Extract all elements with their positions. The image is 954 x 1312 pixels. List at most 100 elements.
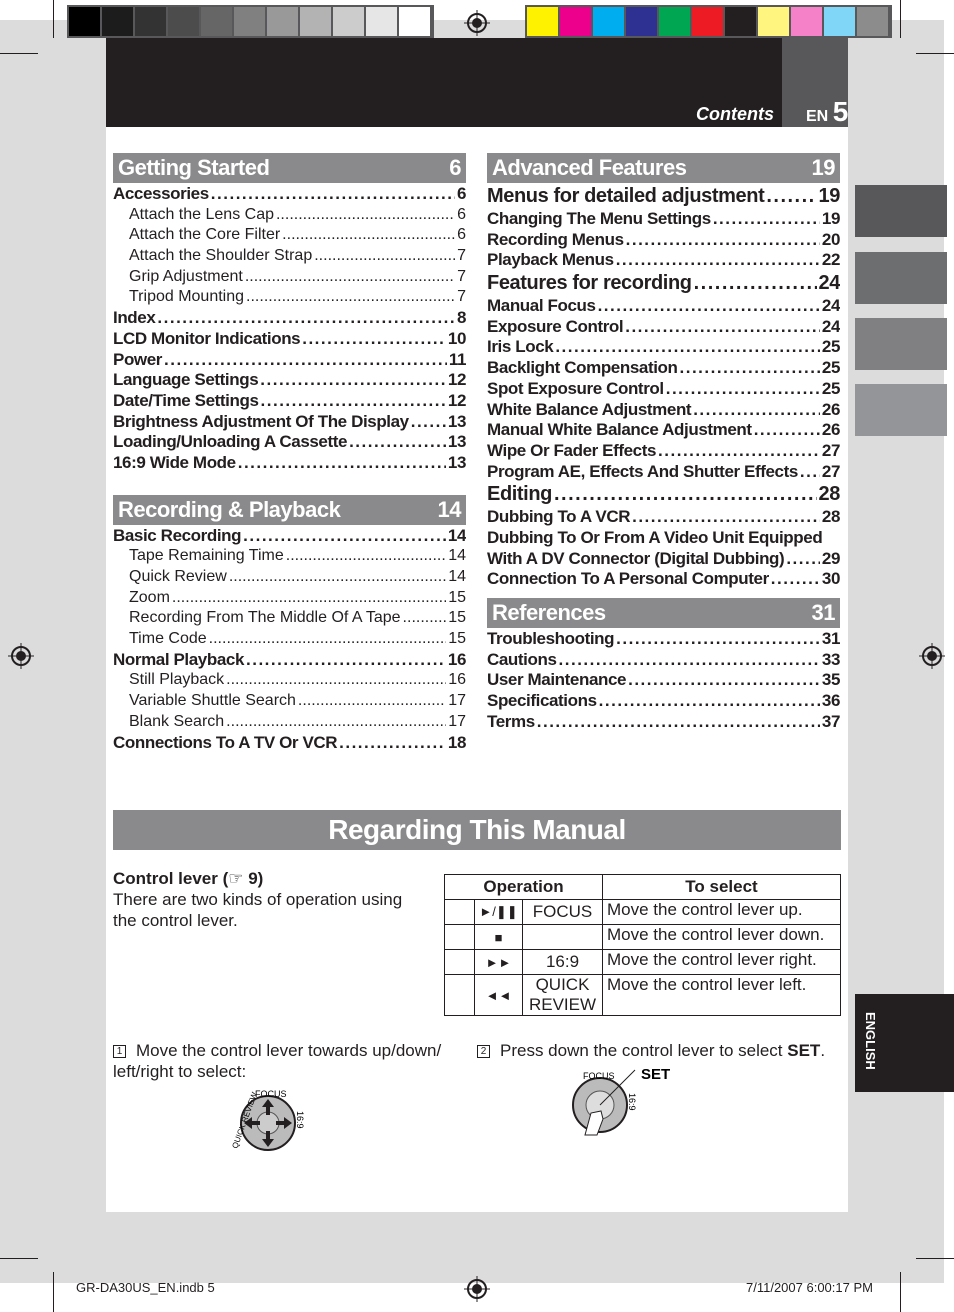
toc-entry[interactable]: Recording From The Middle Of A Tape 15 (113, 608, 466, 629)
toc-entry[interactable]: Tape Remaining Time 14 (113, 546, 466, 567)
toc-entry-page: 26 (821, 399, 840, 419)
toc-section-header[interactable]: Recording & Playback 14 (113, 494, 466, 525)
operation-button-icon: ►► (474, 949, 523, 975)
toc-entry[interactable]: Time Code 15 (113, 629, 466, 650)
dot-leader (339, 733, 446, 754)
toc-entry-title: Manual Focus (487, 296, 596, 316)
toc-entry[interactable]: Attach the Shoulder Strap 7 (113, 246, 466, 267)
toc-entry[interactable]: Accessories 6 (113, 184, 466, 205)
side-tab[interactable] (855, 384, 947, 436)
toc-entry[interactable]: Playback Menus 22 (487, 250, 840, 271)
side-tab[interactable] (855, 252, 947, 304)
toc-entry-page: 20 (821, 229, 840, 249)
toc-entry[interactable]: Loading/Unloading A Cassette 13 (113, 432, 466, 453)
header-band (106, 38, 782, 127)
toc-entry[interactable]: Language Settings 12 (113, 370, 466, 391)
toc-entry[interactable]: Index 8 (113, 308, 466, 329)
toc-entry[interactable]: Connection To A Personal Computer 30 (487, 569, 840, 590)
dot-leader (666, 379, 820, 400)
toc-entry[interactable]: Power 11 (113, 350, 466, 371)
toc-entry[interactable]: Dubbing To A VCR 28 (487, 507, 840, 528)
toc-entry[interactable]: Manual White Balance Adjustment 26 (487, 420, 840, 441)
toc-entry[interactable]: Grip Adjustment 7 (113, 267, 466, 288)
operation-description: Move the control lever down. (602, 924, 841, 950)
toc-section-header[interactable]: Advanced Features 19 (487, 153, 840, 183)
toc-section-header[interactable]: References 31 (487, 598, 840, 628)
toc-entry[interactable]: Date/Time Settings 12 (113, 391, 466, 412)
toc-entry[interactable]: Exposure Control 24 (487, 317, 840, 338)
toc-entry-page: 30 (821, 569, 840, 589)
toc-entry[interactable]: Terms 37 (487, 712, 840, 733)
color-swatch (399, 7, 430, 36)
operation-function: 16:9 (522, 949, 603, 975)
toc-entry-page: 25 (821, 337, 840, 357)
toc-entry-title: With A DV Connector (Digital Dubbing) (487, 548, 785, 568)
toc-entry[interactable]: LCD Monitor Indications 10 (113, 329, 466, 350)
toc-entry[interactable]: Still Playback 16 (113, 670, 466, 691)
toc-entry[interactable]: User Maintenance 35 (487, 670, 840, 691)
toc-entry-page: 16 (448, 671, 466, 689)
toc-entry[interactable]: Basic Recording 14 (113, 526, 466, 547)
dot-leader (632, 507, 820, 528)
toc-entry[interactable]: Iris Lock 25 (487, 337, 840, 358)
dot-leader (766, 184, 816, 209)
toc-section-header[interactable]: Getting Started 6 (113, 153, 466, 183)
color-swatch (725, 7, 756, 36)
side-tab[interactable] (855, 185, 947, 237)
toc-entry[interactable]: Attach the Core Filter 6 (113, 225, 466, 246)
side-tab[interactable] (855, 318, 947, 370)
toc-entry[interactable]: Attach the Lens Cap 6 (113, 205, 466, 226)
dot-leader (238, 453, 446, 474)
toc-entry[interactable]: Brightness Adjustment Of The Display 13 (113, 412, 466, 433)
dot-leader (800, 462, 820, 483)
toc-entry[interactable]: Connections To A TV Or VCR 18 (113, 733, 466, 754)
toc-entry-title: Wipe Or Fader Effects (487, 440, 657, 460)
toc-entry-title: Attach the Core Filter (129, 226, 281, 244)
toc-entry[interactable]: Variable Shuttle Search 17 (113, 691, 466, 712)
side-tab-english[interactable]: ENGLISH (855, 994, 954, 1092)
toc-entry[interactable]: 16:9 Wide Mode 13 (113, 453, 466, 474)
toc-entry[interactable]: Quick Review 14 (113, 567, 466, 588)
toc-entry-title: Connection To A Personal Computer (487, 569, 769, 589)
dot-leader (209, 629, 447, 650)
toc-entry[interactable]: Features for recording 24 (487, 271, 840, 296)
toc-entry-page: 10 (447, 328, 466, 348)
toc-entry[interactable]: Cautions 33 (487, 650, 840, 671)
control-lever-intro: Control lever (☞ 9) There are two kinds … (113, 868, 423, 931)
toc-entry[interactable]: Specifications 36 (487, 691, 840, 712)
toc-entry[interactable]: Manual Focus 24 (487, 296, 840, 317)
toc-entry[interactable]: Menus for detailed adjustment 19 (487, 184, 840, 209)
toc-entry[interactable]: Normal Playback 16 (113, 650, 466, 671)
color-swatch (659, 7, 690, 36)
dot-leader (713, 209, 820, 230)
toc-entry[interactable]: With A DV Connector (Digital Dubbing) 29 (487, 549, 840, 570)
toc-entry[interactable]: Zoom 15 (113, 588, 466, 609)
toc-entry[interactable]: Spot Exposure Control 25 (487, 379, 840, 400)
step-number: 2 (477, 1045, 490, 1058)
toc-entry[interactable]: Editing 28 (487, 482, 840, 507)
toc-entry[interactable]: White Balance Adjustment 26 (487, 400, 840, 421)
toc-entry[interactable]: Wipe Or Fader Effects 27 (487, 441, 840, 462)
operation-function (522, 924, 603, 950)
toc-entry[interactable]: Program AE, Effects And Shutter Effects 2… (487, 462, 840, 483)
color-swatch (593, 7, 624, 36)
table-row: ►/❚❚ FOCUS Move the control lever up. (444, 899, 841, 925)
dot-leader (286, 546, 446, 567)
toc-entry[interactable]: Changing The Menu Settings 19 (487, 209, 840, 230)
table-cell-blank (444, 974, 475, 1016)
toc-entry[interactable]: Troubleshooting 31 (487, 629, 840, 650)
toc-entry[interactable]: Blank Search 17 (113, 712, 466, 733)
operation-function: QUICK REVIEW (522, 974, 603, 1016)
toc-entry[interactable]: Dubbing To Or From A Video Unit Equipped (487, 528, 840, 549)
dot-leader (771, 569, 820, 590)
toc-entry[interactable]: Recording Menus 20 (487, 230, 840, 251)
toc-entries: Troubleshooting31Cautions33User Maintena… (487, 629, 840, 732)
toc-entry-page: 11 (448, 349, 466, 369)
dial-label-focus: FOCUS (255, 1089, 287, 1099)
dot-leader (164, 350, 447, 371)
toc-entry-title: Spot Exposure Control (487, 378, 664, 398)
language-code: EN (806, 108, 829, 125)
toc-entry-title: Iris Lock (487, 337, 554, 357)
toc-entry[interactable]: Tripod Mounting 7 (113, 287, 466, 308)
toc-entry[interactable]: Backlight Compensation 25 (487, 358, 840, 379)
